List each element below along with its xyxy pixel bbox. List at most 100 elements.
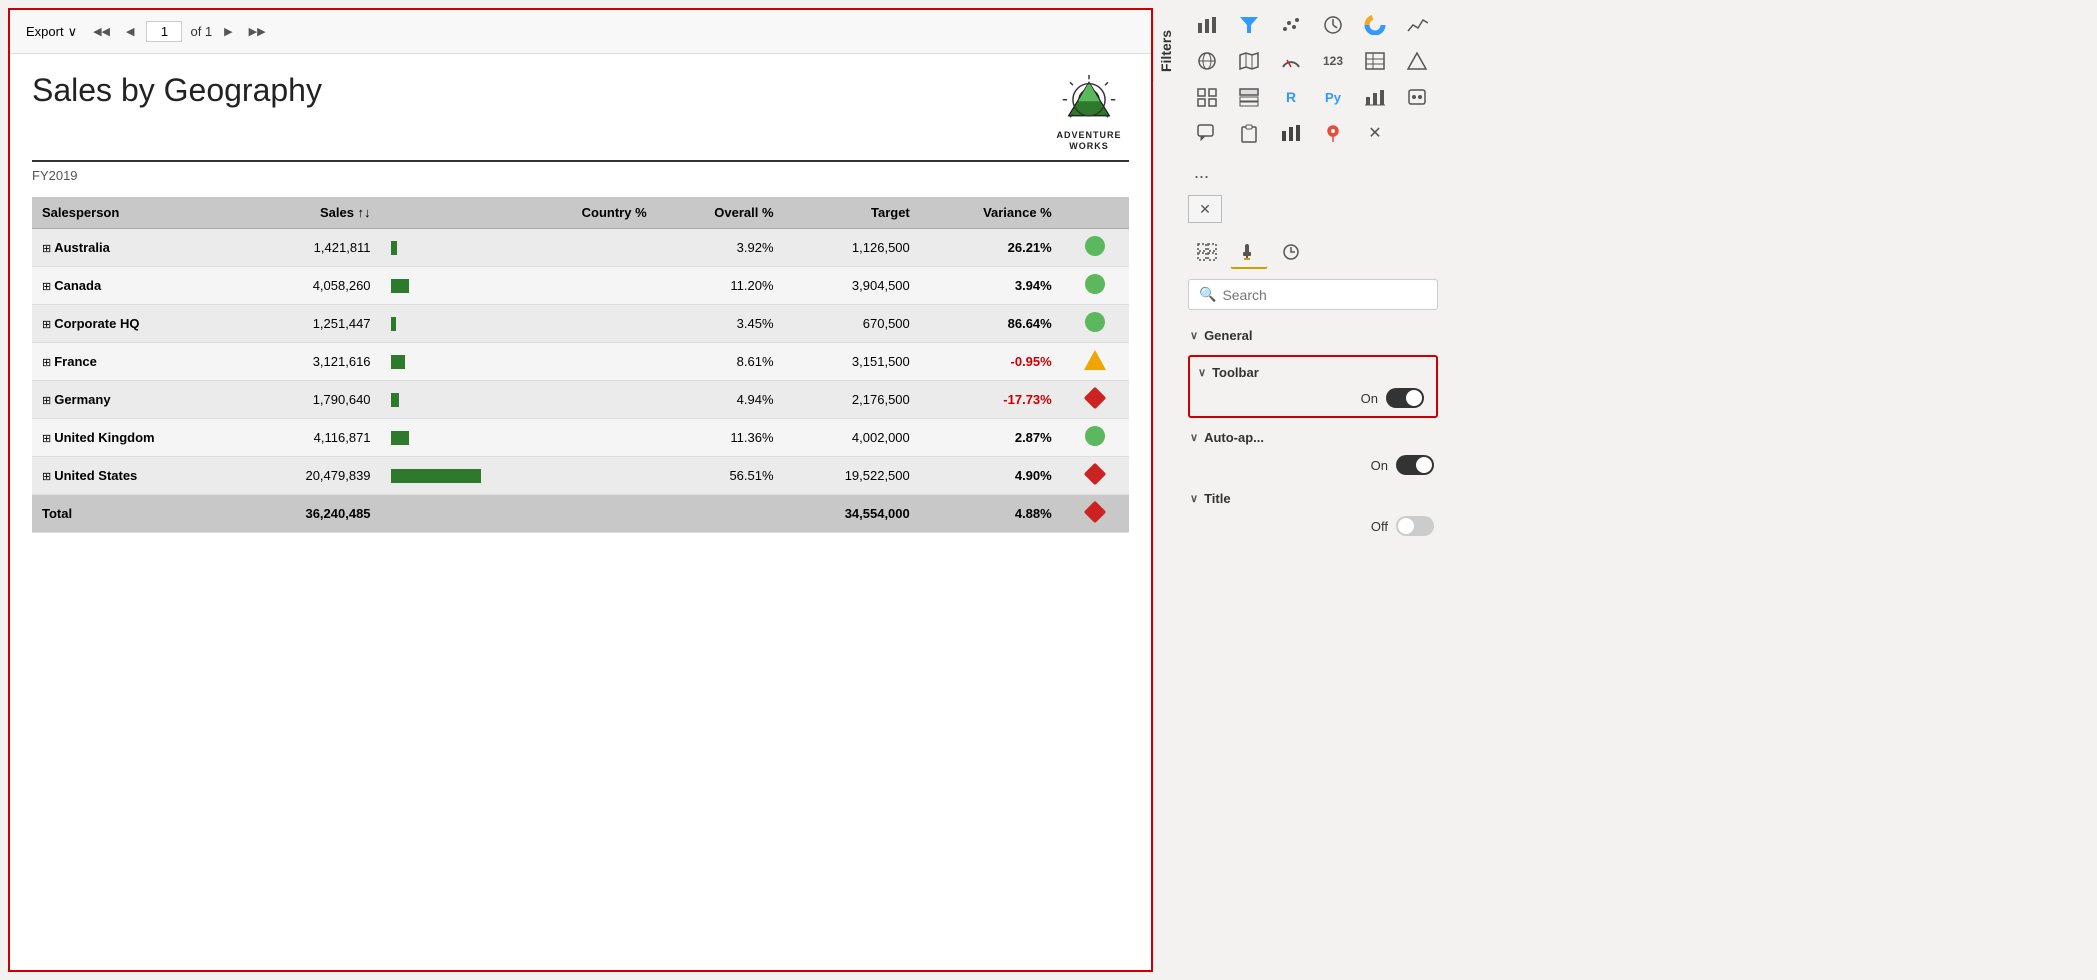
title-toggle-label: Off [1371, 519, 1388, 534]
toolbar-section: ∨ Toolbar On [1188, 355, 1438, 418]
export-button[interactable]: Export ∨ [22, 22, 81, 42]
cell-bar [381, 305, 521, 343]
col-overall-pct: Overall % [657, 197, 784, 229]
viz-icon-globe[interactable] [1188, 44, 1226, 78]
viz-icon-table[interactable] [1356, 44, 1394, 78]
cell-overall-pct: 11.20% [657, 267, 784, 305]
title-section-header[interactable]: ∨ Title [1188, 485, 1438, 512]
search-box: 🔍 [1188, 279, 1438, 310]
cell-indicator [1062, 305, 1129, 343]
table-row: ⊞United Kingdom 4,116,871 11.36% 4,002,0… [32, 419, 1129, 457]
viz-icon-x-close[interactable]: ✕ [1356, 116, 1394, 150]
col-target: Target [784, 197, 920, 229]
cell-target: 670,500 [784, 305, 920, 343]
cell-indicator [1062, 343, 1129, 381]
table-row: ⊞France 3,121,616 8.61% 3,151,500 -0.95% [32, 343, 1129, 381]
close-x-button[interactable]: ✕ [1188, 195, 1222, 223]
data-table: Salesperson Sales ↑↓ Country % Overall %… [32, 197, 1129, 533]
toolbar-section-header[interactable]: ∨ Toolbar [1198, 361, 1428, 384]
search-input[interactable] [1222, 287, 1427, 303]
cell-salesperson: ⊞Corporate HQ [32, 305, 244, 343]
viz-icon-bar-chart[interactable] [1188, 8, 1226, 42]
search-icon: 🔍 [1199, 286, 1216, 303]
adventure-works-logo-svg [1054, 72, 1124, 130]
format-tab-paint[interactable] [1230, 235, 1268, 269]
report-toolbar: Export ∨ ◀◀ ◀ of 1 ▶ ▶▶ [10, 10, 1151, 54]
viz-icon-table2[interactable] [1230, 80, 1268, 114]
viz-icon-clipboard[interactable] [1230, 116, 1268, 150]
viz-icon-grid: 123 R Py [1188, 8, 1438, 150]
ellipsis-indicator: ... [1188, 158, 1438, 187]
cell-variance: 3.94% [920, 267, 1062, 305]
nav-next-button[interactable]: ▶ [220, 23, 236, 40]
col-indicator [1062, 197, 1129, 229]
nav-first-button[interactable]: ◀◀ [89, 23, 114, 40]
cell-variance: 4.90% [920, 457, 1062, 495]
toolbar-toggle-pill[interactable] [1386, 388, 1424, 408]
cell-bar [381, 229, 521, 267]
auto-apply-toggle-row: On [1188, 451, 1438, 479]
viz-icon-matrix[interactable] [1188, 80, 1226, 114]
col-country-pct: Country % [521, 197, 657, 229]
auto-apply-section-header[interactable]: ∨ Auto-ap... [1188, 424, 1438, 451]
viz-icon-r[interactable]: R [1272, 80, 1310, 114]
cell-indicator [1062, 381, 1129, 419]
viz-icon-custom[interactable] [1398, 80, 1436, 114]
general-section-header[interactable]: ∨ General [1188, 322, 1438, 349]
title-section: ∨ Title Off [1188, 485, 1438, 540]
page-number-input[interactable] [146, 21, 182, 42]
cell-total-overall [657, 495, 784, 533]
table-row: ⊞Canada 4,058,260 11.20% 3,904,500 3.94% [32, 267, 1129, 305]
viz-icon-line-chart[interactable] [1398, 8, 1436, 42]
cell-target: 3,151,500 [784, 343, 920, 381]
cell-variance: -17.73% [920, 381, 1062, 419]
cell-overall-pct: 8.61% [657, 343, 784, 381]
auto-apply-chevron-icon: ∨ [1190, 431, 1198, 444]
cell-salesperson: ⊞France [32, 343, 244, 381]
cell-sales: 4,116,871 [244, 419, 380, 457]
nav-last-button[interactable]: ▶▶ [245, 23, 270, 40]
table-row: ⊞Germany 1,790,640 4.94% 2,176,500 -17.7… [32, 381, 1129, 419]
cell-overall-pct: 3.92% [657, 229, 784, 267]
filters-label: Filters [1153, 20, 1178, 82]
viz-icon-funnel[interactable] [1230, 8, 1268, 42]
col-variance: Variance % [920, 197, 1062, 229]
cell-country-pct [521, 381, 657, 419]
viz-icon-scatter[interactable] [1272, 8, 1310, 42]
cell-country-pct [521, 267, 657, 305]
col-bar [381, 197, 521, 229]
viz-icon-map[interactable] [1230, 44, 1268, 78]
viz-icon-py[interactable]: Py [1314, 80, 1352, 114]
logo-text: ADVENTUREWORKS [1056, 130, 1121, 152]
cell-target: 1,126,500 [784, 229, 920, 267]
viz-icon-123[interactable]: 123 [1314, 44, 1352, 78]
table-row: ⊞Corporate HQ 1,251,447 3.45% 670,500 86… [32, 305, 1129, 343]
viz-icon-triangle-up[interactable] [1398, 44, 1436, 78]
cell-country-pct [521, 305, 657, 343]
viz-icon-bar-chart2[interactable] [1272, 116, 1310, 150]
auto-apply-toggle-pill[interactable] [1396, 455, 1434, 475]
cell-bar [381, 419, 521, 457]
cell-total-target: 34,554,000 [784, 495, 920, 533]
viz-icon-donut[interactable] [1356, 8, 1394, 42]
cell-bar [381, 457, 521, 495]
title-toggle-row: Off [1188, 512, 1438, 540]
viz-icon-column-chart[interactable] [1356, 80, 1394, 114]
cell-total-country [521, 495, 657, 533]
format-tab-grid[interactable] [1188, 235, 1226, 269]
viz-icon-gauge[interactable] [1272, 44, 1310, 78]
title-toggle-pill[interactable] [1396, 516, 1434, 536]
report-logo: ADVENTUREWORKS [1049, 72, 1129, 152]
report-panel: Export ∨ ◀◀ ◀ of 1 ▶ ▶▶ Sales by Geograp… [8, 8, 1153, 972]
nav-prev-button[interactable]: ◀ [122, 23, 138, 40]
col-sales[interactable]: Sales ↑↓ [244, 197, 380, 229]
right-content: 123 R Py [1178, 0, 1448, 980]
table-row: ⊞Australia 1,421,811 3.92% 1,126,500 26.… [32, 229, 1129, 267]
cell-target: 4,002,000 [784, 419, 920, 457]
format-tab-analytics[interactable] [1272, 235, 1310, 269]
viz-icon-pin[interactable] [1314, 116, 1352, 150]
viz-icon-clock[interactable] [1314, 8, 1352, 42]
cell-salesperson: ⊞Germany [32, 381, 244, 419]
viz-icon-speech[interactable] [1188, 116, 1226, 150]
auto-apply-toggle-label: On [1371, 458, 1388, 473]
